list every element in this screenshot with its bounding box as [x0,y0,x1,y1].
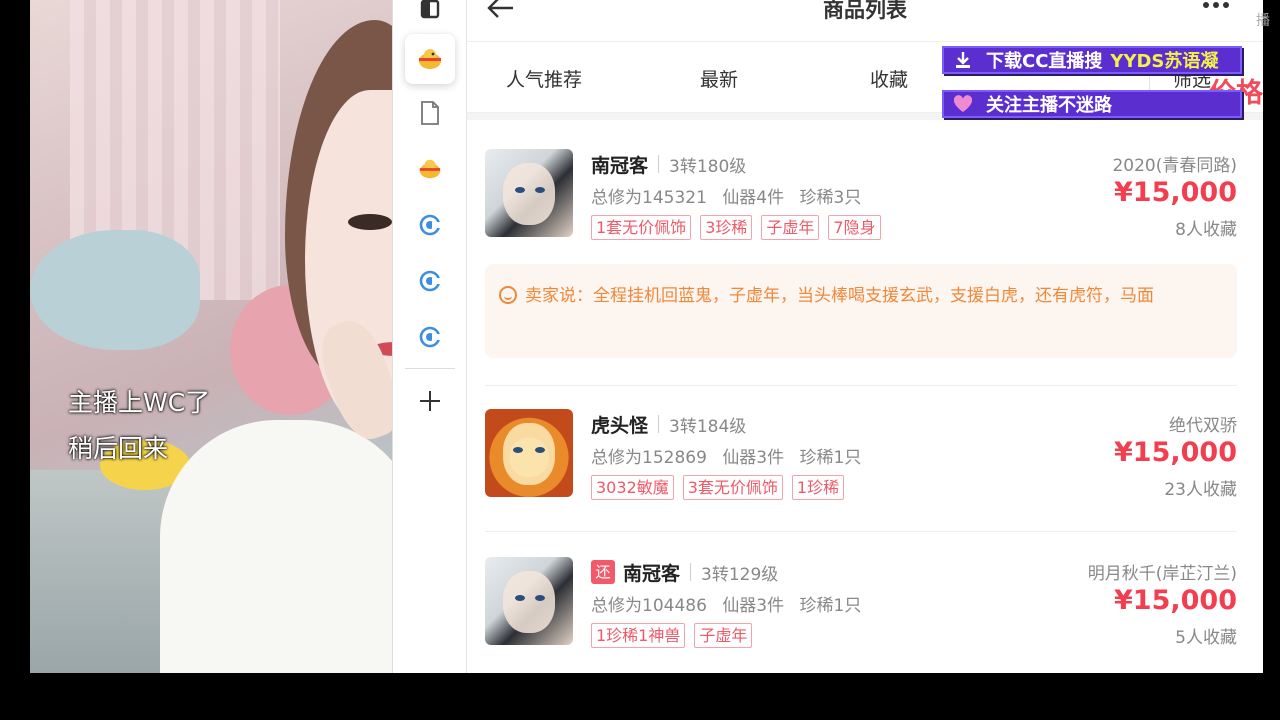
banner-text: 下载CC直播搜 [986,51,1103,72]
page-title: 商品列表 [823,0,907,22]
item-price: ¥15,000 [1114,177,1237,208]
list-item[interactable]: 还 南冠客 3转129级 总修为104486 仙器3件 珍稀1只 1珍稀1神兽 … [485,557,1237,649]
favorite-count: 23人收藏 [1164,480,1237,500]
stream-video: 主播上WC了 稍后回来 [30,0,392,673]
stat: 仙器3件 [722,596,785,616]
screen-edge [1263,0,1280,720]
item-tag: 子虚年 [761,215,820,240]
server-name: 绝代双骄 [1169,416,1237,436]
pillow [30,230,200,350]
side-toolbar [392,0,467,673]
tab-popular[interactable]: 人气推荐 [506,65,582,92]
character-level: 3转129级 [701,564,779,585]
streamer-eye [348,214,392,230]
tag-list: 3032敏魔 3套无价佩饰 1珍稀 [591,475,853,500]
favorite-count: 8人收藏 [1175,220,1237,240]
item-tag: 7隐身 [828,215,881,240]
item-divider [485,385,1237,386]
plus-icon[interactable] [405,376,455,426]
banner-text: 关注主播不迷路 [986,95,1112,116]
download-banner: 下载CC直播搜 YYDS苏语凝 [942,46,1242,74]
item-tag: 1珍稀1神兽 [591,623,686,648]
server-name: 明月秋千(岸芷汀兰) [1087,564,1237,584]
stat: 珍稀1只 [799,448,862,468]
toolbar-divider [405,368,455,369]
name-row: 还 南冠客 3转129级 [591,559,778,585]
tab-favorites[interactable]: 收藏 [870,65,908,92]
download-icon [952,49,974,71]
seller-note-text: 卖家说：全程挂机回蓝鬼，子虚年，当头棒喝支援玄武，支援白虎，还有虎符，马面 [525,286,1154,306]
character-avatar [485,149,573,237]
game-chick-icon[interactable] [405,144,455,194]
name-row: 虎头怪 3转184级 [591,411,746,437]
list-item[interactable]: 虎头怪 3转184级 总修为152869 仙器3件 珍稀1只 3032敏魔 3套… [485,409,1237,501]
smile-icon [499,286,517,304]
favorite-count: 5人收藏 [1175,628,1237,648]
banner-highlight: YYDS苏语凝 [1110,51,1219,72]
stat: 总修为145321 [591,188,707,208]
stat: 总修为152869 [591,448,707,468]
stat: 仙器3件 [722,448,785,468]
document-icon[interactable] [405,88,455,138]
stat: 珍稀1只 [799,596,862,616]
stat: 珍稀3只 [799,188,862,208]
name-row: 南冠客 3转180级 [591,151,746,177]
caption-line: 主播上WC了 [68,388,211,417]
server-name: 2020(青春同路) [1112,156,1237,176]
item-divider [485,531,1237,532]
character-avatar [485,557,573,645]
character-level: 3转180级 [669,156,747,177]
item-tag: 3珍稀 [700,215,753,240]
tag-list: 1珍稀1神兽 子虚年 [591,623,761,648]
item-tag: 3套无价佩饰 [682,475,783,500]
character-stats: 总修为152869 仙器3件 珍稀1只 [591,443,861,468]
character-stats: 总修为145321 仙器4件 珍稀3只 [591,183,861,208]
item-price: ¥15,000 [1114,585,1237,616]
character-avatar [485,409,573,497]
stat: 总修为104486 [591,596,707,616]
tab-newest[interactable]: 最新 [700,65,738,92]
character-level: 3转184级 [669,416,747,437]
list-item[interactable]: 南冠客 3转180级 总修为145321 仙器4件 珍稀3只 1套无价佩饰 3珍… [485,149,1237,241]
window-icon[interactable] [405,0,455,34]
edge-watermark: 播 [1256,13,1270,29]
heart-icon [952,93,974,115]
character-stats: 总修为104486 仙器3件 珍稀1只 [591,591,861,616]
item-tag: 1套无价佩饰 [591,215,692,240]
tag-list: 1套无价佩饰 3珍稀 子虚年 7隐身 [591,215,890,240]
item-tag: 1珍稀 [791,475,845,500]
refresh-c-icon[interactable] [405,256,455,306]
seller-note: 卖家说：全程挂机回蓝鬼，子虚年，当头棒喝支援玄武，支援白虎，还有虎符，马面 [485,264,1237,358]
caption-line: 稍后回来 [68,434,169,463]
panel-header: 商品列表 [467,0,1263,42]
character-name: 南冠客 [591,154,649,177]
refresh-c-icon[interactable] [405,312,455,362]
game-chick-icon[interactable] [405,34,455,84]
item-tag: 3032敏魔 [591,475,674,500]
stream-caption: 主播上WC了 稍后回来 [68,380,210,472]
follow-banner: 关注主播不迷路 [942,90,1242,118]
more-dots-icon[interactable] [1203,0,1231,10]
stat: 仙器4件 [722,188,785,208]
character-name: 南冠客 [623,562,681,585]
item-price: ¥15,000 [1114,437,1237,468]
character-name: 虎头怪 [591,414,649,437]
refresh-c-icon[interactable] [405,200,455,250]
return-badge: 还 [591,560,615,584]
item-tag: 子虚年 [694,623,753,648]
